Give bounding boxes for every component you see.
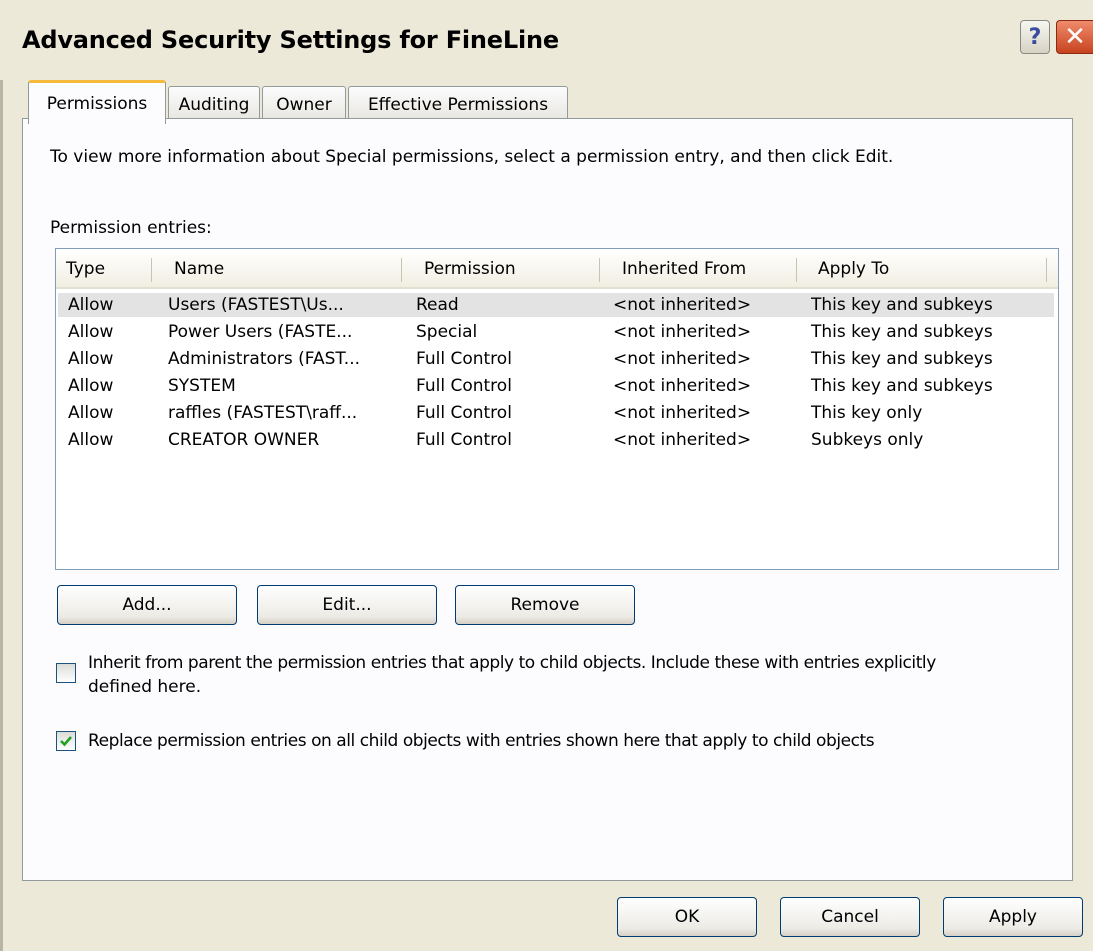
replace-checkbox-label[interactable]: Replace permission entries on all child … (88, 729, 875, 753)
window-border (0, 80, 3, 951)
cell-apply-to: This key and subkeys (811, 295, 993, 315)
column-header-permission[interactable]: Permission (424, 259, 516, 279)
column-header-type[interactable]: Type (66, 259, 105, 279)
info-text: To view more information about Special p… (50, 147, 894, 167)
cell-name: Users (FASTEST\Us... (168, 295, 344, 315)
tab-label: Effective Permissions (367, 94, 549, 115)
add-button[interactable]: Add... (57, 585, 237, 625)
cell-name: CREATOR OWNER (168, 430, 320, 450)
cell-permission: Read (416, 295, 459, 315)
cell-apply-to: This key and subkeys (811, 349, 993, 369)
column-divider[interactable] (599, 258, 600, 282)
tab-permissions[interactable]: Permissions (28, 80, 166, 124)
replace-checkbox[interactable] (56, 731, 76, 751)
column-header-inherited-from[interactable]: Inherited From (622, 259, 746, 279)
cell-inherited-from: <not inherited> (613, 376, 752, 396)
tab-owner[interactable]: Owner (262, 86, 346, 122)
column-divider[interactable] (151, 258, 152, 282)
inherit-checkbox[interactable] (56, 663, 76, 683)
tab-auditing[interactable]: Auditing (168, 86, 260, 122)
cancel-button[interactable]: Cancel (780, 897, 920, 937)
window-title: Advanced Security Settings for FineLine (22, 26, 559, 54)
list-item[interactable]: Allow SYSTEM Full Control <not inherited… (58, 374, 1054, 398)
cell-permission: Full Control (416, 349, 512, 369)
inherit-label-line2: defined here. (88, 677, 202, 697)
cell-permission: Full Control (416, 403, 512, 423)
cell-inherited-from: <not inherited> (613, 322, 752, 342)
close-icon[interactable]: ✕ (1056, 20, 1093, 54)
cell-apply-to: Subkeys only (811, 430, 924, 450)
cell-type: Allow (68, 322, 114, 342)
ok-button[interactable]: OK (617, 897, 757, 937)
permission-entries-list[interactable]: Type Name Permission Inherited From Appl… (55, 248, 1059, 570)
cell-apply-to: This key and subkeys (811, 376, 993, 396)
remove-button[interactable]: Remove (455, 585, 635, 625)
cell-inherited-from: <not inherited> (613, 349, 752, 369)
cell-permission: Full Control (416, 376, 512, 396)
cell-inherited-from: <not inherited> (613, 430, 752, 450)
cell-name: Power Users (FASTE... (168, 322, 353, 342)
cell-type: Allow (68, 403, 114, 423)
cell-inherited-from: <not inherited> (613, 403, 752, 423)
cell-apply-to: This key and subkeys (811, 322, 993, 342)
checkmark-icon (60, 736, 72, 747)
column-divider[interactable] (796, 258, 797, 282)
tab-effective-permissions[interactable]: Effective Permissions (348, 86, 568, 122)
inherit-checkbox-label[interactable]: Inherit from parent the permission entri… (88, 651, 1063, 699)
column-header-name[interactable]: Name (174, 259, 224, 279)
tab-label: Permissions (46, 93, 148, 114)
edit-button[interactable]: Edit... (257, 585, 437, 625)
cell-name: SYSTEM (168, 376, 236, 396)
list-header: Type Name Permission Inherited From Appl… (56, 249, 1058, 289)
cell-type: Allow (68, 430, 114, 450)
list-item[interactable]: Allow CREATOR OWNER Full Control <not in… (58, 428, 1054, 452)
tab-label: Auditing (178, 94, 250, 115)
cell-inherited-from: <not inherited> (613, 295, 752, 315)
column-divider[interactable] (401, 258, 402, 282)
cell-permission: Special (416, 322, 478, 342)
cell-type: Allow (68, 295, 114, 315)
permission-entries-label: Permission entries: (50, 218, 212, 238)
list-item[interactable]: Allow raffles (FASTEST\raff... Full Cont… (58, 401, 1054, 425)
title-bar[interactable]: Advanced Security Settings for FineLine … (0, 0, 1093, 80)
help-icon[interactable]: ? (1020, 20, 1050, 54)
tab-label: Owner (276, 94, 332, 115)
list-item[interactable]: Allow Administrators (FAST... Full Contr… (58, 347, 1054, 371)
cell-type: Allow (68, 376, 114, 396)
cell-permission: Full Control (416, 430, 512, 450)
cell-name: Administrators (FAST... (168, 349, 360, 369)
apply-button[interactable]: Apply (943, 897, 1083, 937)
cell-name: raffles (FASTEST\raff... (168, 403, 358, 423)
list-item[interactable]: Allow Users (FASTEST\Us... Read <not inh… (58, 293, 1054, 317)
cell-type: Allow (68, 349, 114, 369)
inherit-label-line1: Inherit from parent the permission entri… (88, 653, 936, 673)
list-item[interactable]: Allow Power Users (FASTE... Special <not… (58, 320, 1054, 344)
cell-apply-to: This key only (811, 403, 923, 423)
column-divider[interactable] (1046, 258, 1047, 282)
column-header-apply-to[interactable]: Apply To (818, 259, 889, 279)
